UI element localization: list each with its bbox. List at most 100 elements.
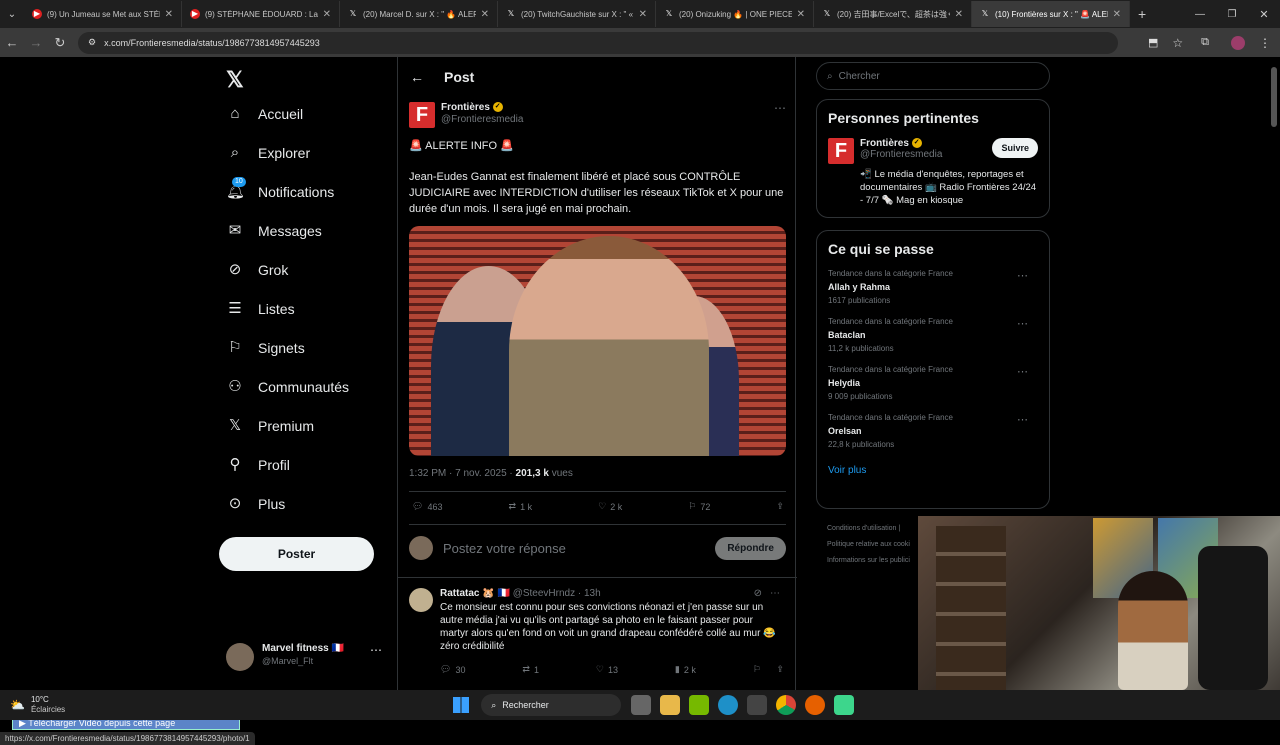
sidebar-item-grok[interactable]: ⊘ Grok: [226, 261, 289, 279]
youtube-icon: ▶: [190, 9, 200, 19]
sidebar-item-more[interactable]: ⊙ Plus: [226, 495, 286, 513]
close-tab-icon[interactable]: ✕: [481, 9, 489, 20]
grok-icon[interactable]: ⊘: [754, 588, 762, 599]
more-icon[interactable]: ⋯: [1017, 413, 1028, 426]
site-info-icon[interactable]: ⚙: [88, 37, 96, 48]
account-switcher[interactable]: Marvel fitness 🇫🇷 @Marvel_Flt ⋯: [226, 643, 382, 671]
close-tab-icon[interactable]: ✕: [323, 9, 331, 20]
reply-author[interactable]: Rattatac 🐹 🇫🇷: [440, 588, 510, 599]
more-icon[interactable]: ⋯: [1017, 269, 1028, 282]
sidebar-item-lists[interactable]: ☰ Listes: [226, 300, 294, 318]
author-handle[interactable]: @Frontieresmedia: [441, 114, 523, 125]
close-tab-icon[interactable]: ✕: [797, 9, 805, 20]
repost-action[interactable]: ⇄ 1 k: [509, 501, 533, 512]
sidebar-item-notifications[interactable]: 🔔︎ 10 Notifications: [226, 177, 334, 201]
browser-tab[interactable]: 𝕏 (20) Marcel D. sur X : " 🔥 ALERT ✕: [340, 1, 498, 27]
firefox-icon[interactable]: [805, 695, 826, 715]
x-logo-icon: 𝕏: [823, 9, 831, 18]
url-field[interactable]: ⚙ x.com/Frontieresmedia/status/198677381…: [78, 31, 1118, 54]
browser-tab[interactable]: ▶ (9) STÉPHANE ÉDOUARD : La d ✕: [182, 1, 340, 27]
new-tab-icon[interactable]: +: [1138, 6, 1146, 22]
reply-icon: 💬︎: [412, 501, 424, 511]
trend-item[interactable]: Tendance dans la catégorie France Helydia…: [828, 365, 1038, 401]
sidebar-item-communities[interactable]: ⚇ Communautés: [226, 378, 349, 396]
reload-icon[interactable]: ↻: [48, 35, 72, 51]
trend-item[interactable]: Tendance dans la catégorie France Orelsan…: [828, 413, 1038, 449]
browser-tab[interactable]: 𝕏 (20) Onizuking 🔥 | ONE PIECE ✕: [656, 1, 814, 27]
sidebar-item-explore[interactable]: ⌕ Explorer: [226, 144, 310, 162]
close-tab-icon[interactable]: ✕: [1113, 9, 1121, 20]
sidebar-item-profile[interactable]: ⚲ Profil: [226, 456, 290, 474]
install-icon[interactable]: ⬒: [1148, 36, 1158, 49]
views-action[interactable]: ▮ 2 k: [675, 664, 696, 675]
reply-input[interactable]: Postez votre réponse: [443, 541, 566, 556]
sidebar-item-home[interactable]: ⌂ Accueil: [226, 105, 303, 123]
search-box[interactable]: ⌕ Chercher: [816, 62, 1050, 90]
browser-tab[interactable]: ▶ (9) Un Jumeau se Met aux STÉR ✕: [24, 1, 182, 27]
repost-action[interactable]: ⇄ 1: [522, 664, 539, 675]
edge-icon[interactable]: [718, 695, 739, 715]
reply-handle[interactable]: @SteevHrndz: [513, 588, 575, 599]
author-name[interactable]: Frontières: [441, 102, 490, 113]
sidebar-item-premium[interactable]: 𝕏 Premium: [226, 417, 314, 435]
close-tab-icon[interactable]: ✕: [165, 9, 173, 20]
back-icon[interactable]: ←: [0, 35, 24, 50]
bell-icon: 🔔︎ 10: [226, 177, 246, 200]
reply-action[interactable]: 💬︎ 463: [412, 501, 442, 512]
menu-icon[interactable]: ⋮: [1259, 36, 1271, 50]
share-action[interactable]: ⇪: [776, 501, 784, 512]
frontieres-logo-icon[interactable]: F: [409, 102, 435, 128]
chrome-icon[interactable]: [776, 695, 797, 715]
close-tab-icon[interactable]: ✕: [639, 9, 647, 20]
more-icon[interactable]: ⋯: [370, 643, 382, 671]
minimize-icon[interactable]: —: [1184, 9, 1216, 20]
sidebar-item-bookmarks[interactable]: ⚐ Signets: [226, 339, 304, 357]
weather-icon[interactable]: ⛅: [10, 698, 25, 712]
like-action[interactable]: ♡ 13: [596, 664, 618, 675]
post-alert: 🚨 ALERTE INFO 🚨: [409, 140, 514, 152]
back-arrow-icon[interactable]: ←: [410, 69, 424, 85]
reply-button[interactable]: Répondre: [715, 536, 786, 560]
see-more-link[interactable]: Voir plus: [828, 465, 1038, 476]
task-view-icon[interactable]: [631, 695, 652, 715]
more-icon[interactable]: ⋯: [774, 101, 786, 115]
post-actions: 💬︎ 463 ⇄ 1 k ♡ 2 k ⚐ 72 ⇪: [412, 501, 784, 512]
browser-tab-active[interactable]: 𝕏 (10) Frontières sur X : " 🚨 ALERT ✕: [972, 1, 1130, 27]
start-icon[interactable]: [453, 697, 470, 713]
extensions-icon[interactable]: ⧉: [1201, 36, 1209, 49]
x-logo-icon[interactable]: 𝕏: [226, 67, 244, 93]
like-action[interactable]: ♡ 2 k: [598, 501, 622, 512]
store-icon[interactable]: [747, 695, 768, 715]
reply-action[interactable]: 💬︎ 30: [440, 664, 465, 675]
profile-icon[interactable]: [1231, 35, 1246, 50]
trend-item[interactable]: Tendance dans la catégorie France Batacla…: [828, 317, 1038, 353]
sidebar-item-messages[interactable]: ✉ Messages: [226, 222, 322, 240]
forward-icon[interactable]: →: [24, 35, 48, 50]
browser-tab[interactable]: 𝕏 (20) 吉田事/Excelで、超茶は強く ✕: [814, 1, 972, 27]
app-icon[interactable]: [834, 695, 855, 715]
trend-item[interactable]: Tendance dans la catégorie France Allah y…: [828, 269, 1038, 305]
tab-list-icon[interactable]: ⌄: [0, 9, 24, 20]
bookmark-icon: ⚐: [228, 339, 242, 356]
reply-post[interactable]: Rattatac 🐹 🇫🇷 @SteevHrndz · 13h ⊘ ⋯ Ce m…: [409, 588, 786, 675]
relevant-handle[interactable]: @Frontieresmedia: [860, 149, 942, 160]
bookmark-action[interactable]: ⚐ 72: [688, 501, 710, 512]
taskbar-search[interactable]: ⌕ Rechercher: [481, 694, 622, 716]
page-scrollbar[interactable]: [1271, 67, 1277, 127]
close-tab-icon[interactable]: ✕: [955, 9, 963, 20]
frontieres-logo-icon[interactable]: F: [828, 138, 854, 164]
browser-tab[interactable]: 𝕏 (20) TwitchGauchiste sur X : " «✕: [498, 1, 656, 27]
post-button[interactable]: Poster: [219, 537, 374, 571]
maximize-icon[interactable]: ❐: [1216, 9, 1248, 20]
more-icon[interactable]: ⋯: [1017, 365, 1028, 378]
close-window-icon[interactable]: ✕: [1248, 8, 1280, 21]
nvidia-icon[interactable]: [689, 695, 710, 715]
bookmark-share[interactable]: ⚐ ⇪: [753, 664, 784, 675]
relevant-name[interactable]: Frontières: [860, 138, 909, 149]
bookmark-star-icon[interactable]: ☆: [1172, 36, 1183, 50]
more-icon[interactable]: ⋯: [1017, 317, 1028, 330]
more-icon[interactable]: ⋯: [770, 588, 780, 599]
post-video[interactable]: [409, 226, 786, 456]
file-explorer-icon[interactable]: [660, 695, 681, 715]
follow-button[interactable]: Suivre: [992, 138, 1038, 158]
